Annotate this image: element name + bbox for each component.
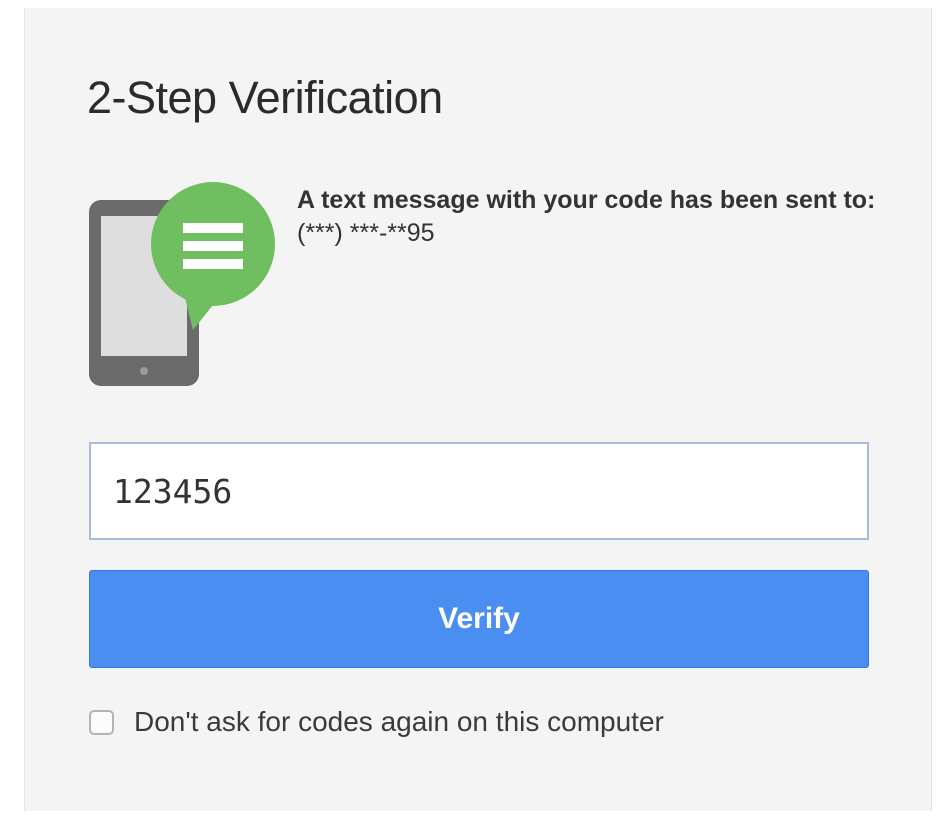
phone-message-icon — [89, 182, 275, 386]
remember-device-checkbox[interactable] — [89, 709, 114, 735]
message-line-icon — [183, 241, 243, 251]
sms-sent-text: A text message with your code has been s… — [297, 186, 876, 214]
verify-button[interactable]: Verify — [89, 570, 869, 668]
message-line-icon — [183, 223, 243, 233]
masked-phone-number: (***) ***-**95 — [297, 219, 435, 247]
remember-device-option[interactable]: Don't ask for codes again on this comput… — [89, 700, 664, 744]
page-title: 2-Step Verification — [87, 72, 443, 123]
verification-code-input[interactable] — [89, 442, 869, 540]
message-line-icon — [183, 259, 243, 269]
phone-home-button-icon — [140, 367, 148, 375]
verification-card: 2-Step Verification A text message with … — [24, 8, 932, 811]
remember-device-label: Don't ask for codes again on this comput… — [134, 706, 664, 737]
sms-sent-message: A text message with your code has been s… — [297, 184, 897, 250]
